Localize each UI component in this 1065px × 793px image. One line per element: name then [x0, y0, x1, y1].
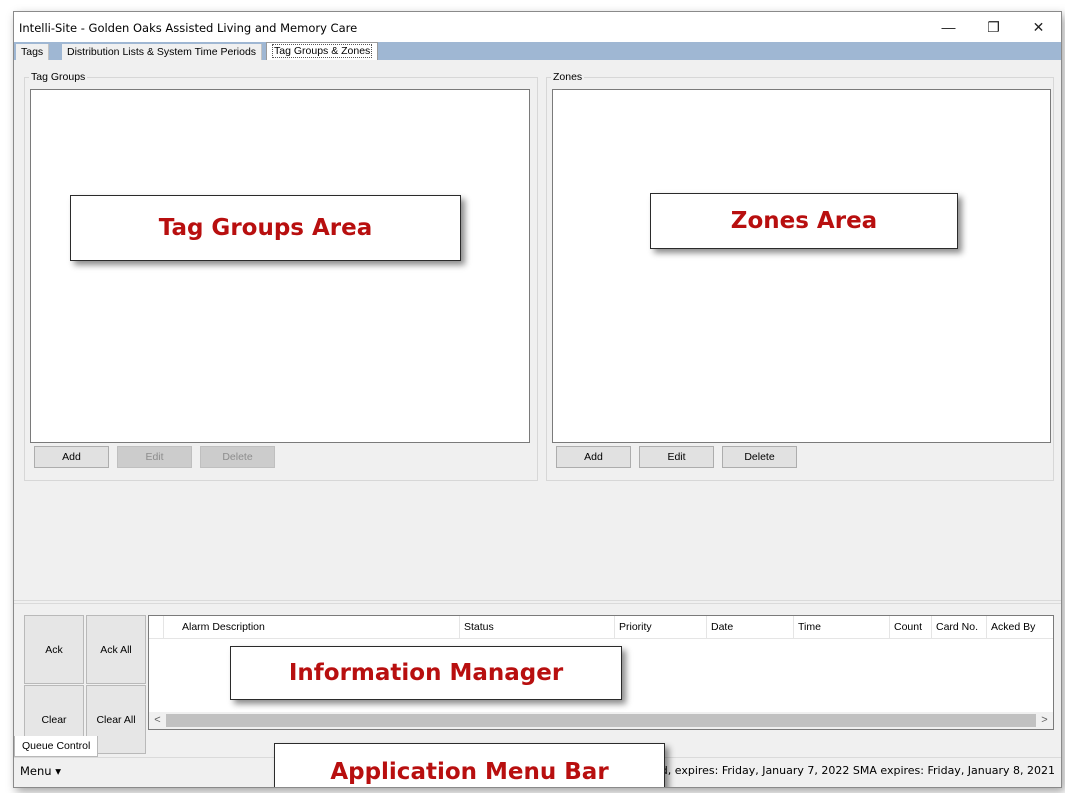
scrollbar-thumb[interactable]	[166, 714, 1036, 727]
zones-area-callout: Zones Area	[650, 193, 958, 249]
close-button[interactable]: ✕	[1016, 12, 1061, 42]
tag-groups-area-callout: Tag Groups Area	[70, 195, 461, 261]
queue-control-tab-label: Queue Control	[22, 740, 91, 752]
column-alarm-description[interactable]: Alarm Description	[163, 616, 459, 638]
queue-control-tab[interactable]: Queue Control	[14, 736, 99, 757]
zones-add-button[interactable]: Add	[556, 446, 631, 468]
tab-tag-groups-zones-label: Tag Groups & Zones	[272, 44, 373, 58]
minimize-button[interactable]: —	[926, 12, 971, 42]
menu-label: Menu	[20, 764, 52, 778]
ack-all-button[interactable]: Ack All	[86, 615, 146, 684]
license-status-text: Valid, expires: Friday, January 7, 2022 …	[641, 764, 1055, 777]
tag-groups-list[interactable]	[30, 89, 530, 443]
tab-distribution-lists[interactable]: Distribution Lists & System Time Periods	[62, 44, 263, 60]
alarm-grid-horizontal-scrollbar[interactable]: < >	[149, 712, 1053, 729]
column-priority[interactable]: Priority	[614, 616, 706, 638]
tab-tags-label: Tags	[21, 46, 44, 58]
column-acked-by[interactable]: Acked By	[986, 616, 1053, 638]
scroll-right-icon[interactable]: >	[1036, 712, 1053, 729]
panel-splitter[interactable]	[14, 600, 1061, 604]
clear-button-label: Clear	[41, 713, 67, 726]
clear-all-button-label: Clear All	[96, 713, 136, 726]
application-window: Intelli-Site - Golden Oaks Assisted Livi…	[13, 11, 1062, 788]
information-manager-callout: Information Manager	[230, 646, 622, 700]
chevron-down-icon: ▾	[55, 764, 62, 778]
scroll-left-icon[interactable]: <	[149, 712, 166, 729]
zones-delete-button[interactable]: Delete	[722, 446, 797, 468]
title-bar: Intelli-Site - Golden Oaks Assisted Livi…	[14, 12, 1061, 42]
row-selector-column	[149, 616, 163, 638]
zones-edit-button[interactable]: Edit	[639, 446, 714, 468]
zones-label: Zones	[551, 71, 585, 83]
window-title: Intelli-Site - Golden Oaks Assisted Livi…	[19, 21, 358, 35]
tag-groups-edit-button[interactable]: Edit	[117, 446, 192, 468]
ack-button[interactable]: Ack	[24, 615, 84, 684]
restore-button[interactable]: ❐	[971, 12, 1016, 42]
column-status[interactable]: Status	[459, 616, 614, 638]
tag-groups-label: Tag Groups	[29, 71, 88, 83]
tag-groups-delete-button[interactable]: Delete	[200, 446, 275, 468]
tag-groups-add-button[interactable]: Add	[34, 446, 109, 468]
menu-dropdown[interactable]: Menu ▾	[20, 764, 61, 778]
ack-all-button-label: Ack All	[100, 643, 132, 656]
tab-distribution-lists-label: Distribution Lists & System Time Periods	[67, 46, 257, 58]
column-time[interactable]: Time	[793, 616, 889, 638]
zones-list[interactable]	[552, 89, 1051, 443]
column-card-no[interactable]: Card No.	[931, 616, 986, 638]
tab-strip: Tags Distribution Lists & System Time Pe…	[14, 42, 1061, 60]
alarm-grid-header: Alarm Description Status Priority Date T…	[149, 616, 1053, 639]
tab-tags[interactable]: Tags	[16, 44, 50, 60]
application-menu-bar-callout: Application Menu Bar	[274, 743, 665, 787]
column-count[interactable]: Count	[889, 616, 931, 638]
ack-button-label: Ack	[45, 643, 63, 656]
tab-tag-groups-zones[interactable]: Tag Groups & Zones	[266, 42, 379, 60]
column-date[interactable]: Date	[706, 616, 793, 638]
